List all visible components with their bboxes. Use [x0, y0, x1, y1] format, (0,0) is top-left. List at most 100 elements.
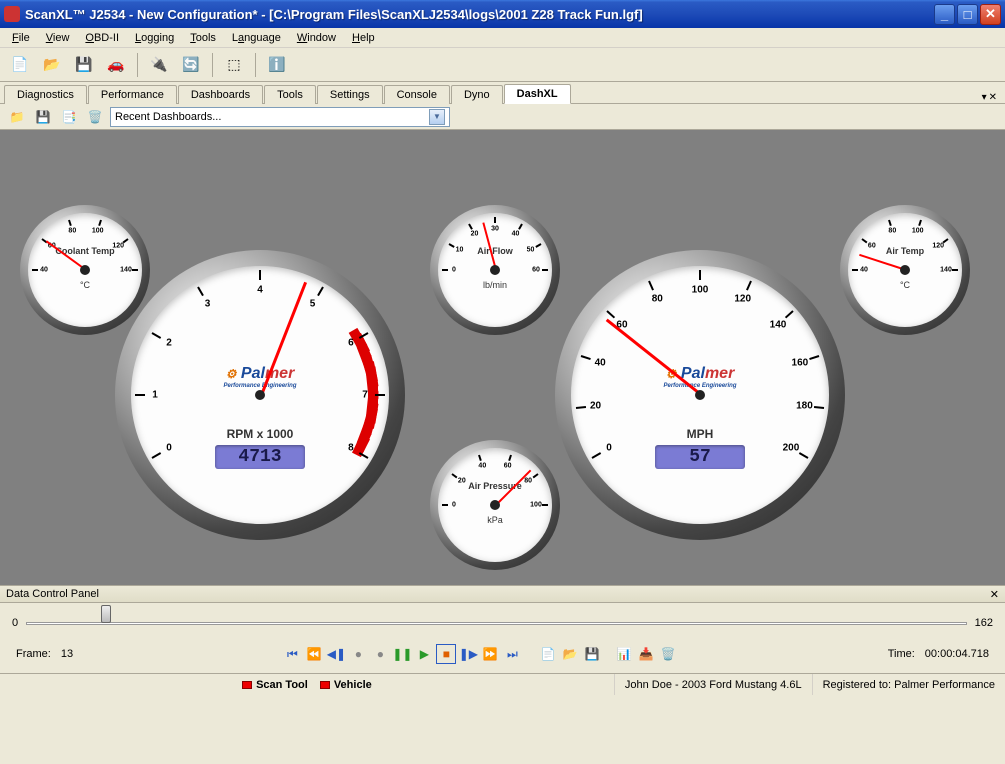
scan-tool-label: Scan Tool — [256, 679, 308, 691]
gauge-airflow: 0102030405060Air Flowlb/min — [430, 205, 560, 335]
vehicle-button[interactable]: 🚗 — [102, 51, 130, 79]
refresh-button[interactable]: 🔄 — [177, 51, 205, 79]
dash-delete-button[interactable]: 🗑️ — [84, 106, 106, 128]
data-control-panel: 0 162 Frame: 13 ⏮ ⏪ ◀❚ ● ● ❚❚ ▶ ■ ❚▶ ⏩ ⏭… — [0, 603, 1005, 673]
stop-button[interactable]: ■ — [436, 644, 456, 664]
info-button[interactable]: ℹ️ — [263, 51, 291, 79]
skip-end-button[interactable]: ⏭ — [502, 644, 522, 664]
gauge-airtemp-unit: °C — [840, 280, 970, 290]
slider-min-label: 0 — [12, 617, 18, 629]
tab-tools[interactable]: Tools — [264, 85, 316, 104]
menu-help[interactable]: Help — [344, 30, 383, 46]
scan-tool-led — [242, 681, 252, 689]
toolbar-separator — [255, 53, 256, 77]
gauge-coolant: 406080100120140Coolant Temp°C — [20, 205, 150, 335]
slider-thumb[interactable] — [101, 605, 111, 623]
menu-logging[interactable]: Logging — [127, 30, 182, 46]
vehicle-label: Vehicle — [334, 679, 372, 691]
frame-value: 13 — [57, 648, 77, 660]
export-button[interactable]: 📊 — [614, 644, 634, 664]
status-user: John Doe - 2003 Ford Mustang 4.6L — [614, 674, 812, 695]
new-button[interactable]: 📄 — [6, 51, 34, 79]
menu-view[interactable]: View — [38, 30, 78, 46]
dashboard-dropdown[interactable]: Recent Dashboards... ▼ — [110, 107, 450, 127]
gauge-pressure-unit: kPa — [430, 515, 560, 525]
menu-language[interactable]: Language — [224, 30, 289, 46]
refresh-icon: 🔄 — [182, 56, 200, 74]
open-button[interactable]: 📂 — [38, 51, 66, 79]
menu-obdii[interactable]: OBD-II — [77, 30, 127, 46]
tab-menu-icon[interactable]: ▾ — [982, 92, 987, 103]
rewind-button[interactable]: ⏪ — [304, 644, 324, 664]
brand-logo: ⚙ PalmerPerformance Engineering — [555, 365, 845, 389]
gauge-coolant-unit: °C — [20, 280, 150, 290]
status-registration: Registered to: Palmer Performance — [812, 674, 1005, 695]
save-icon: 💾 — [34, 108, 52, 126]
dash-copy-button[interactable]: 📑 — [58, 106, 80, 128]
tab-settings[interactable]: Settings — [317, 85, 383, 104]
tab-diagnostics[interactable]: Diagnostics — [4, 85, 87, 104]
main-toolbar: 📄 📂 💾 🚗 🔌 🔄 ⬚ ℹ️ — [0, 48, 1005, 82]
car-icon: 🚗 — [107, 56, 125, 74]
menu-tools[interactable]: Tools — [182, 30, 224, 46]
save-button[interactable]: 💾 — [70, 51, 98, 79]
toolbar-separator — [137, 53, 138, 77]
time-label: Time: — [884, 648, 919, 660]
title-bar: ScanXL™ J2534 - New Configuration* - [C:… — [0, 0, 1005, 28]
play-button[interactable]: ▶ — [414, 644, 434, 664]
brand-logo: ⚙ PalmerPerformance Engineering — [115, 365, 405, 389]
toolbar-separator — [212, 53, 213, 77]
pause-button[interactable]: ❚❚ — [392, 644, 412, 664]
gauge-airtemp: 406080100120140Air Temp°C — [840, 205, 970, 335]
minimize-button[interactable]: _ — [934, 4, 955, 25]
menu-window[interactable]: Window — [289, 30, 344, 46]
file-open-button[interactable]: 📂 — [560, 644, 580, 664]
slider-max-label: 162 — [975, 617, 993, 629]
maximize-button[interactable]: □ — [957, 4, 978, 25]
info-icon: ℹ️ — [268, 56, 286, 74]
tab-close-icon[interactable]: ✕ — [989, 92, 997, 103]
folder-icon: 📁 — [8, 108, 26, 126]
dash-toolbar: 📁 💾 📑 🗑️ Recent Dashboards... ▼ — [0, 104, 1005, 130]
gauge-airflow-label: Air Flow — [430, 246, 560, 256]
gauge-pressure-label: Air Pressure — [430, 481, 560, 491]
dash-save-button[interactable]: 💾 — [32, 106, 54, 128]
dash-new-button[interactable]: 📁 — [6, 106, 28, 128]
gauge-coolant-label: Coolant Temp — [20, 246, 150, 256]
copy-icon: 📑 — [60, 108, 78, 126]
fast-fwd-button[interactable]: ⏩ — [480, 644, 500, 664]
record-button[interactable]: ● — [348, 644, 368, 664]
gauge-pressure: 020406080100Air PressurekPa — [430, 440, 560, 570]
connect-icon: 🔌 — [150, 56, 168, 74]
dropdown-value: Recent Dashboards... — [115, 111, 221, 123]
tab-console[interactable]: Console — [384, 85, 450, 104]
playback-slider[interactable] — [26, 613, 967, 633]
record2-button[interactable]: ● — [370, 644, 390, 664]
delete-icon: 🗑️ — [86, 108, 104, 126]
status-bar: Scan Tool Vehicle John Doe - 2003 Ford M… — [0, 673, 1005, 695]
folder-open-icon: 📂 — [43, 56, 61, 74]
file-new-button[interactable]: 📄 — [538, 644, 558, 664]
time-value: 00:00:04.718 — [921, 648, 993, 660]
chevron-down-icon: ▼ — [429, 109, 445, 125]
gauge-rpm: 012345678⚙ PalmerPerformance Engineering… — [115, 250, 405, 540]
close-button[interactable]: ✕ — [980, 4, 1001, 25]
vehicle-led — [320, 681, 330, 689]
new-file-icon: 📄 — [11, 56, 29, 74]
import-button[interactable]: 📥 — [636, 644, 656, 664]
step-fwd-button[interactable]: ❚▶ — [458, 644, 478, 664]
file-save-button[interactable]: 💾 — [582, 644, 602, 664]
dcp-titlebar: Data Control Panel ✕ — [0, 585, 1005, 603]
gauge-mph: 020406080100120140160180200⚙ PalmerPerfo… — [555, 250, 845, 540]
menu-file[interactable]: File — [4, 30, 38, 46]
tab-performance[interactable]: Performance — [88, 85, 177, 104]
connect-button[interactable]: 🔌 — [145, 51, 173, 79]
tab-dashboards[interactable]: Dashboards — [178, 85, 263, 104]
step-back-button[interactable]: ◀❚ — [326, 644, 346, 664]
dcp-close-button[interactable]: ✕ — [990, 588, 999, 601]
skip-start-button[interactable]: ⏮ — [282, 644, 302, 664]
tab-dyno[interactable]: Dyno — [451, 85, 503, 104]
layout-button[interactable]: ⬚ — [220, 51, 248, 79]
clear-button[interactable]: 🗑️ — [658, 644, 678, 664]
tab-dashxl[interactable]: DashXL — [504, 84, 571, 104]
